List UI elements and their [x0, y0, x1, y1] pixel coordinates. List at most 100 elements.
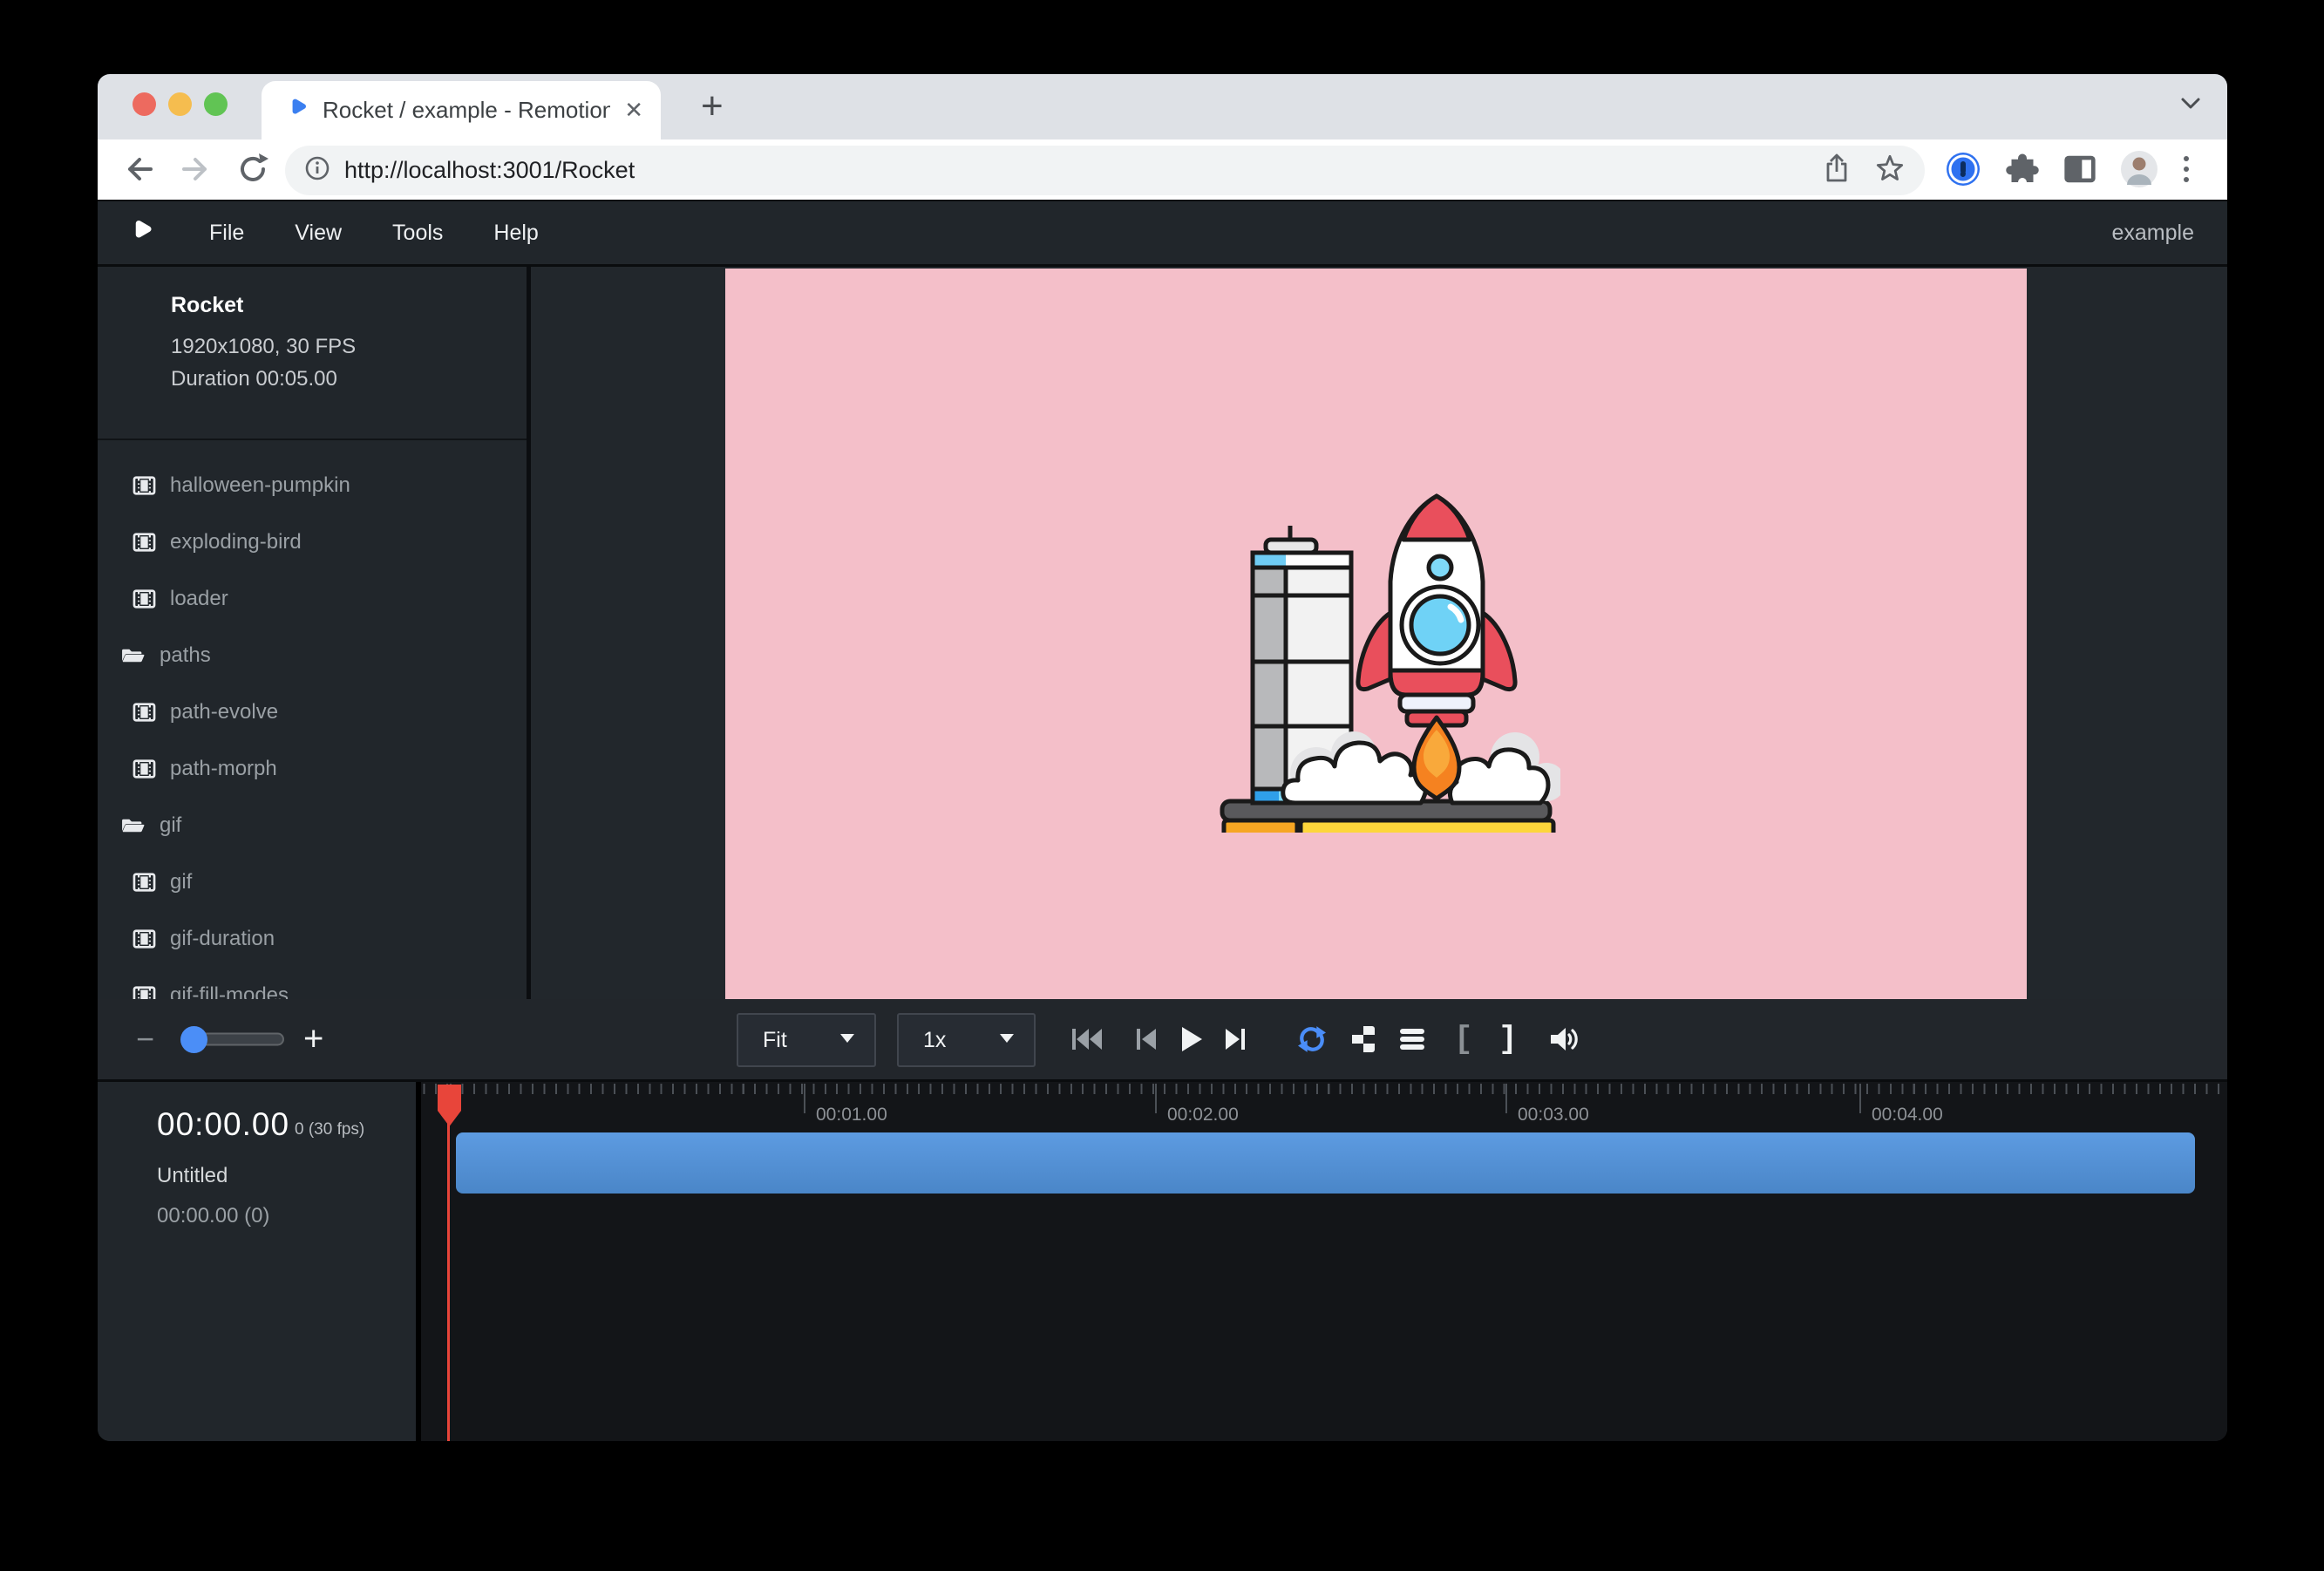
composition-resolution: 1920x1080, 30 FPS — [171, 330, 356, 363]
timeline-zoom-out-button[interactable]: − — [136, 1021, 154, 1058]
sequence-track-bar[interactable] — [456, 1132, 2195, 1194]
composition-list: halloween-pumpkin exploding-bird loader … — [98, 457, 527, 999]
film-icon — [133, 533, 156, 552]
site-info-icon[interactable] — [304, 155, 330, 186]
fullscreen-window-button[interactable] — [204, 92, 228, 116]
profile-avatar[interactable] — [2120, 150, 2158, 193]
sidebar-item-halloween-pumpkin[interactable]: halloween-pumpkin — [98, 457, 527, 513]
composition-title: Rocket — [171, 293, 356, 318]
timeline-ruler[interactable] — [421, 1084, 2227, 1094]
sidebar-folder-paths[interactable]: paths — [98, 627, 527, 683]
film-icon — [133, 759, 156, 779]
film-icon — [133, 873, 156, 892]
ruler-second-tick — [1505, 1084, 1507, 1113]
sidebar-item-loader[interactable]: loader — [98, 570, 527, 627]
current-timecode: 00:00.00 — [157, 1106, 289, 1143]
new-tab-button[interactable]: + — [701, 85, 724, 128]
app-menu-bar: File View Tools Help example — [98, 201, 2227, 267]
sidebar-item-gif-fill-modes[interactable]: gif-fill-modes — [98, 967, 527, 999]
sidebar-item-gif-duration[interactable]: gif-duration — [98, 910, 527, 967]
composition-info: Rocket 1920x1080, 30 FPS Duration 00:05.… — [171, 293, 356, 395]
track-name: Untitled — [157, 1164, 228, 1188]
folder-open-icon — [120, 646, 146, 665]
rocket-launch-illustration — [1212, 484, 1560, 833]
loop-toggle-icon[interactable] — [1295, 1025, 1328, 1053]
forward-button[interactable] — [178, 150, 213, 193]
browser-tab[interactable]: Rocket / example - Remotion P ✕ — [262, 81, 661, 139]
url-bar[interactable]: http://localhost:3001/Rocket — [285, 146, 1925, 195]
track-duration-label: 00:00.00 (0) — [157, 1204, 269, 1228]
minimize-window-button[interactable] — [168, 92, 192, 116]
playhead-line[interactable] — [447, 1085, 450, 1441]
video-canvas — [725, 269, 2027, 999]
compositions-sidebar: Rocket 1920x1080, 30 FPS Duration 00:05.… — [98, 267, 527, 999]
volume-icon[interactable] — [1549, 1026, 1580, 1052]
chevron-down-icon — [999, 1032, 1015, 1048]
ruler-time-label: 00:02.00 — [1167, 1105, 1239, 1126]
ruler-time-label: 00:01.00 — [816, 1105, 887, 1126]
sidebar-item-exploding-bird[interactable]: exploding-bird — [98, 513, 527, 570]
chevron-down-icon — [839, 1032, 855, 1048]
previous-frame-button[interactable] — [1135, 1026, 1158, 1052]
tab-close-icon[interactable]: ✕ — [624, 97, 643, 124]
menu-view[interactable]: View — [269, 221, 367, 246]
project-name-label: example — [2112, 221, 2195, 246]
preview-panel — [531, 267, 2227, 999]
bookmark-star-icon[interactable] — [1876, 154, 1904, 187]
sidebar-item-gif[interactable]: gif — [98, 854, 527, 910]
timeline-zoom-slider[interactable] — [181, 1033, 284, 1046]
browser-toolbar: http://localhost:3001/Rocket — [98, 139, 2227, 201]
playback-speed-select[interactable]: 1x — [897, 1013, 1036, 1067]
playhead-handle[interactable] — [438, 1085, 461, 1132]
in-point-bracket-button[interactable]: [ — [1454, 1022, 1473, 1058]
sidebar-divider — [98, 439, 527, 440]
back-button[interactable] — [122, 150, 157, 193]
ruler-second-tick — [1155, 1084, 1157, 1113]
timeline-info-panel: 00:00.00 0 (30 fps) Untitled 00:00.00 (0… — [98, 1082, 416, 1441]
browser-window: Rocket / example - Remotion P ✕ + http:/… — [98, 74, 2227, 1441]
transparency-checkerboard-icon[interactable] — [1351, 1025, 1376, 1053]
timeline-zoom-slider-thumb[interactable] — [180, 1026, 207, 1053]
menu-tools[interactable]: Tools — [367, 221, 468, 246]
tab-strip: Rocket / example - Remotion P ✕ + — [98, 74, 2227, 139]
remotion-favicon-icon — [286, 97, 309, 124]
sidebar-folder-gif[interactable]: gif — [98, 797, 527, 854]
remotion-logo-icon — [128, 218, 154, 248]
traffic-lights — [133, 92, 228, 116]
film-icon — [133, 929, 156, 949]
next-frame-button[interactable] — [1224, 1026, 1247, 1052]
timeline-tracks-area[interactable]: 00:01.00 00:02.00 00:03.00 00:04.00 — [421, 1082, 2227, 1441]
reload-button[interactable] — [235, 150, 270, 193]
sidebar-item-path-evolve[interactable]: path-evolve — [98, 683, 527, 740]
close-window-button[interactable] — [133, 92, 156, 116]
rich-timeline-toggle-icon[interactable] — [1399, 1027, 1425, 1051]
menu-file[interactable]: File — [184, 221, 269, 246]
ruler-second-tick — [1859, 1084, 1861, 1113]
sidebar-item-path-morph[interactable]: path-morph — [98, 740, 527, 797]
play-button[interactable] — [1179, 1024, 1205, 1054]
side-panel-icon[interactable] — [2062, 153, 2097, 189]
timeline-zoom-in-button[interactable]: + — [303, 1020, 323, 1059]
folder-open-icon — [120, 816, 146, 835]
film-icon — [133, 476, 156, 495]
jump-to-start-button[interactable] — [1070, 1026, 1104, 1052]
ruler-time-label: 00:04.00 — [1872, 1105, 1943, 1126]
film-icon — [133, 986, 156, 1000]
url-text: http://localhost:3001/Rocket — [344, 157, 635, 184]
menu-help[interactable]: Help — [468, 221, 563, 246]
canvas-size-select[interactable]: Fit — [737, 1013, 876, 1067]
timeline-panel: 00:00.00 0 (30 fps) Untitled 00:00.00 (0… — [98, 1082, 2227, 1441]
film-icon — [133, 703, 156, 722]
tab-search-chevron-icon[interactable] — [2180, 97, 2201, 115]
out-point-bracket-button[interactable]: ] — [1498, 1022, 1518, 1058]
browser-menu-kebab-icon[interactable] — [2181, 152, 2191, 191]
film-icon — [133, 589, 156, 609]
share-icon[interactable] — [1824, 153, 1850, 188]
onepassword-extension-icon[interactable] — [1944, 150, 1982, 193]
player-controls-bar: − + Fit 1x — [98, 999, 2227, 1082]
current-frame-label: 0 (30 fps) — [295, 1120, 364, 1139]
ruler-time-label: 00:03.00 — [1518, 1105, 1589, 1126]
extensions-puzzle-icon[interactable] — [2005, 152, 2040, 191]
tab-title: Rocket / example - Remotion P — [323, 97, 610, 124]
composition-duration: Duration 00:05.00 — [171, 363, 356, 395]
